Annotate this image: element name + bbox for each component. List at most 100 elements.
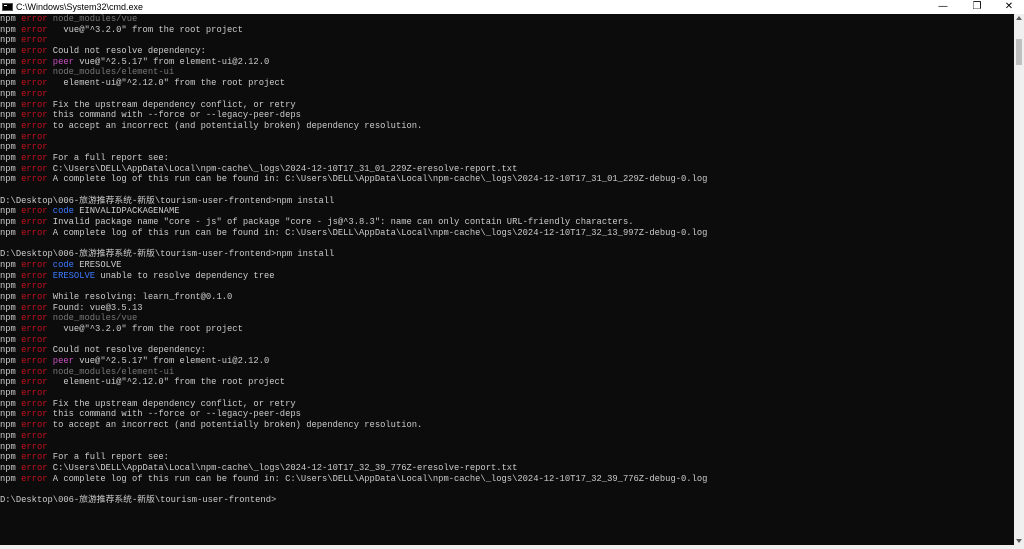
console-line: npm error xyxy=(0,335,1014,346)
console-text: error xyxy=(21,217,48,228)
console-text: npm xyxy=(0,99,22,110)
console-text: Could not resolve dependency: xyxy=(47,46,206,57)
scrollbar-thumb[interactable] xyxy=(1016,39,1022,65)
console-text: error xyxy=(21,281,48,292)
console-text: error xyxy=(21,334,48,345)
console-text: error xyxy=(21,366,48,377)
console-line: npm error Fix the upstream dependency co… xyxy=(0,100,1014,111)
console-text: For a full report see: xyxy=(47,452,169,463)
console-line: npm error A complete log of this run can… xyxy=(0,228,1014,239)
console-text: Could not resolve dependency: xyxy=(47,345,206,356)
console-text: npm xyxy=(0,142,22,153)
console-text: EINVALIDPACKAGENAME xyxy=(73,206,180,217)
console-text: While resolving: learn_front@0.1.0 xyxy=(47,291,233,302)
console-text: npm xyxy=(0,323,22,334)
console-line: npm error Invalid package name "core - j… xyxy=(0,217,1014,228)
console-text: npm xyxy=(0,420,22,431)
console-text: npm xyxy=(0,24,22,35)
console-line: npm error xyxy=(0,142,1014,153)
console-text: npm xyxy=(0,345,22,356)
console-text: vue@"^3.2.0" from the root project xyxy=(47,24,243,35)
cmd-window: C:\Windows\System32\cmd.exe — ❐ ✕ npm er… xyxy=(0,0,1024,549)
console-text: npm xyxy=(0,313,22,324)
console-line: npm error Found: vue@3.5.13 xyxy=(0,303,1014,314)
console-output[interactable]: npm error node_modules/vuenpm error vue@… xyxy=(0,14,1014,547)
console-line: npm error Fix the upstream dependency co… xyxy=(0,399,1014,410)
console-text: npm xyxy=(0,388,22,399)
console-text: error xyxy=(21,259,48,270)
console-text: npm xyxy=(0,35,22,46)
console-line: npm error xyxy=(0,431,1014,442)
console-text: error xyxy=(21,473,48,484)
console-text: npm xyxy=(0,356,22,366)
console-text: npm xyxy=(0,56,22,67)
console-line: npm error xyxy=(0,132,1014,143)
console-text: error xyxy=(21,56,48,67)
console-text: npm xyxy=(0,302,22,313)
console-text: D:\Desktop\006-旅游推荐系统-新版\tourism-user-fr… xyxy=(0,195,335,206)
minimize-button[interactable]: — xyxy=(926,0,960,14)
vertical-scrollbar[interactable] xyxy=(1014,14,1024,549)
console-text: vue@"^2.5.17" from element-ui@2.12.0 xyxy=(73,56,270,67)
console-text: npm xyxy=(0,88,22,99)
console-text: For a full report see: xyxy=(47,152,169,163)
scroll-down-arrow-icon[interactable] xyxy=(1016,539,1022,543)
console-text: error xyxy=(21,152,48,163)
console-text: npm xyxy=(0,281,22,292)
console-line: D:\Desktop\006-旅游推荐系统-新版\tourism-user-fr… xyxy=(0,249,1014,260)
console-text: npm xyxy=(0,217,22,228)
console-text: npm xyxy=(0,78,22,89)
console-line: npm error to accept an incorrect (and po… xyxy=(0,121,1014,132)
console-line: npm error this command with --force or -… xyxy=(0,409,1014,420)
console-text: Invalid package name "core - js" of pack… xyxy=(47,217,634,228)
console-line: npm error code ERESOLVE xyxy=(0,260,1014,271)
console-line: npm error C:\Users\DELL\AppData\Local\np… xyxy=(0,463,1014,474)
console-text: Fix the upstream dependency conflict, or… xyxy=(47,398,296,409)
console-text: error xyxy=(21,67,48,78)
console-text: Fix the upstream dependency conflict, or… xyxy=(47,99,296,110)
console-text: D:\Desktop\006-旅游推荐系统-新版\tourism-user-fr… xyxy=(0,249,335,260)
console-line: npm error xyxy=(0,35,1014,46)
title-bar[interactable]: C:\Windows\System32\cmd.exe — ❐ ✕ xyxy=(0,0,1024,14)
console-line: npm error xyxy=(0,388,1014,399)
console-text: error xyxy=(21,206,48,217)
console-text: C:\Users\DELL\AppData\Local\npm-cache\_l… xyxy=(47,163,518,174)
console-text: unable to resolve dependency tree xyxy=(95,270,275,281)
console-text: node_modules/vue xyxy=(47,14,138,24)
console-text: Found: vue@3.5.13 xyxy=(47,302,143,313)
console-text: npm xyxy=(0,452,22,463)
console-text: this command with --force or --legacy-pe… xyxy=(47,110,301,121)
console-line: npm error peer vue@"^2.5.17" from elemen… xyxy=(0,356,1014,367)
console-line: npm error element-ui@"^2.12.0" from the … xyxy=(0,78,1014,89)
console-text: error xyxy=(21,441,48,452)
console-text: error xyxy=(21,24,48,35)
console-text: code xyxy=(47,259,74,270)
console-text: error xyxy=(21,291,48,302)
console-text: error xyxy=(21,345,48,356)
console-text: error xyxy=(21,356,48,366)
console-text: ERESOLVE xyxy=(47,270,96,281)
console-line: npm error element-ui@"^2.12.0" from the … xyxy=(0,377,1014,388)
console-text: npm xyxy=(0,174,22,185)
console-line: D:\Desktop\006-旅游推荐系统-新版\tourism-user-fr… xyxy=(0,495,1014,506)
console-text: error xyxy=(21,430,48,441)
console-text: npm xyxy=(0,430,22,441)
close-button[interactable]: ✕ xyxy=(992,0,1024,14)
console-text: error xyxy=(21,323,48,334)
window-title: C:\Windows\System32\cmd.exe xyxy=(16,2,144,12)
console-line: npm error node_modules/element-ui xyxy=(0,67,1014,78)
console-text: npm xyxy=(0,409,22,420)
cmd-app-icon[interactable] xyxy=(2,3,13,11)
console-line: npm error For a full report see: xyxy=(0,452,1014,463)
console-text: A complete log of this run can be found … xyxy=(47,227,708,238)
maximize-button[interactable]: ❐ xyxy=(960,0,994,14)
console-text: vue@"^3.2.0" from the root project xyxy=(47,323,243,334)
console-line: npm error vue@"^3.2.0" from the root pro… xyxy=(0,324,1014,335)
console-text: error xyxy=(21,35,48,46)
console-text: D:\Desktop\006-旅游推荐系统-新版\tourism-user-fr… xyxy=(0,494,277,505)
console-text: npm xyxy=(0,270,22,281)
console-line: npm error xyxy=(0,89,1014,100)
console-text: npm xyxy=(0,163,22,174)
scroll-up-arrow-icon[interactable] xyxy=(1016,16,1022,20)
